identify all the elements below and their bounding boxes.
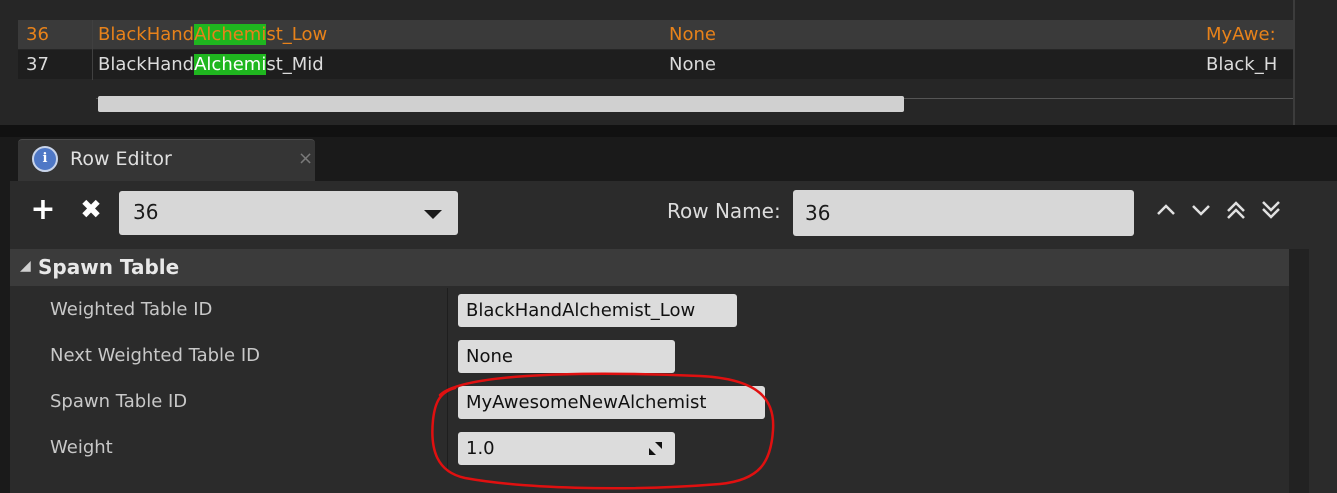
row-spawn-table-id: Black_H — [1206, 54, 1278, 75]
property-row: Spawn Table ID MyAwesomeNewAlchemist — [10, 380, 1289, 426]
search-highlight: Alchemi — [194, 24, 267, 45]
row-select-value: 36 — [133, 200, 159, 224]
property-row: Next Weighted Table ID None — [10, 334, 1289, 380]
table-row[interactable]: 37 BlackHandAlchemist_Mid None Black_H — [18, 50, 1293, 79]
info-magnifier-icon: i — [32, 146, 58, 172]
data-table: 36 BlackHandAlchemist_Low None MyAwe: 37… — [0, 0, 1337, 130]
row-name: BlackHandAlchemist_Mid — [98, 54, 324, 75]
move-to-bottom-icon[interactable] — [1258, 197, 1284, 223]
property-row: Weighted Table ID BlackHandAlchemist_Low — [10, 288, 1289, 334]
row-name: BlackHandAlchemist_Low — [98, 24, 328, 45]
column-divider — [447, 380, 448, 426]
column-divider — [447, 426, 448, 472]
property-label: Weight — [50, 437, 113, 458]
row-spawn-table-id: MyAwe: — [1206, 24, 1276, 45]
property-label: Next Weighted Table ID — [50, 345, 261, 366]
row-next-weighted-id: None — [669, 24, 716, 45]
add-row-button[interactable]: + — [28, 195, 58, 225]
chevron-down-icon — [424, 210, 442, 219]
column-divider — [92, 20, 93, 80]
section-spawn-table[interactable]: ◢ Spawn Table — [10, 249, 1289, 286]
row-name-input[interactable] — [793, 190, 1134, 236]
column-divider — [447, 334, 448, 380]
row-select-dropdown[interactable]: 36 — [119, 191, 458, 235]
row-editor-panel: + ✖ 36 Row Name: ◢ Spawn Table Weighted … — [10, 181, 1337, 493]
horizontal-scrollbar-thumb[interactable] — [98, 96, 904, 112]
next-weighted-table-id-field[interactable]: None — [458, 340, 675, 373]
tab-row-editor[interactable]: i Row Editor × — [18, 139, 315, 182]
property-label: Spawn Table ID — [50, 391, 188, 412]
remove-row-button[interactable]: ✖ — [76, 195, 106, 225]
tab-title: Row Editor — [70, 148, 172, 170]
property-row: Weight 1.0 — [10, 426, 1289, 472]
row-editor-toolbar: + ✖ 36 Row Name: — [10, 181, 1337, 247]
weighted-table-id-field[interactable]: BlackHandAlchemist_Low — [458, 294, 737, 327]
resize-drag-icon[interactable] — [648, 441, 663, 456]
vertical-scrollbar-track[interactable] — [1289, 249, 1309, 493]
vertical-scrollbar-track[interactable] — [1293, 0, 1295, 125]
panel-separator — [0, 125, 1337, 137]
row-name-label: Row Name: — [667, 199, 781, 223]
row-next-weighted-id: None — [669, 54, 716, 75]
weight-numeric-field[interactable]: 1.0 — [458, 432, 675, 465]
search-highlight: Alchemi — [194, 54, 267, 75]
move-to-top-icon[interactable] — [1223, 197, 1249, 223]
collapse-triangle-icon[interactable]: ◢ — [20, 258, 31, 274]
row-number: 37 — [26, 54, 49, 75]
property-label: Weighted Table ID — [50, 299, 213, 320]
table-row[interactable]: 36 BlackHandAlchemist_Low None MyAwe: — [18, 20, 1293, 49]
row-number: 36 — [26, 24, 49, 45]
move-down-icon[interactable] — [1188, 197, 1214, 223]
section-title: Spawn Table — [38, 255, 180, 279]
close-icon[interactable]: × — [298, 148, 313, 169]
weight-value: 1.0 — [466, 438, 495, 459]
column-divider — [447, 288, 448, 334]
spawn-table-id-field[interactable]: MyAwesomeNewAlchemist — [458, 386, 765, 419]
move-up-icon[interactable] — [1153, 197, 1179, 223]
